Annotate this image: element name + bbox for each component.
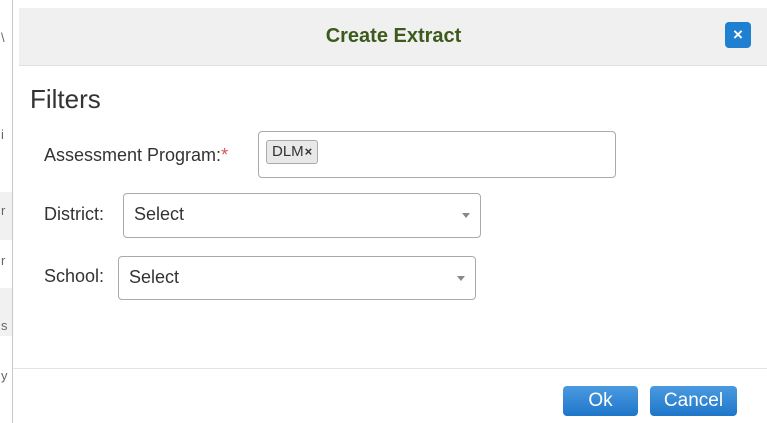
background-text-fragment: r [1,253,6,268]
tag-remove-icon[interactable]: × [305,144,313,159]
assessment-program-label-text: Assessment Program: [44,145,222,165]
chevron-down-icon [462,213,470,218]
close-button[interactable]: × [725,22,751,48]
background-text-fragment: s [1,318,8,333]
selected-tag-dlm: DLM× [266,140,319,164]
district-select[interactable]: Select [123,193,481,238]
background-text-fragment: \ [1,30,5,45]
school-label: School: [44,266,105,286]
required-marker: * [221,145,229,165]
close-icon: × [733,25,743,44]
ok-button[interactable]: Ok [563,386,638,416]
filters-heading: Filters [30,84,101,114]
dialog-titlebar: Create Extract [19,8,767,66]
assessment-program-label: Assessment Program:* [44,145,228,166]
background-page-strip: \ i r r s y [0,0,12,423]
footer-divider [13,368,767,369]
cancel-button[interactable]: Cancel [650,386,737,416]
create-extract-dialog: Create Extract × Filters Assessment Prog… [12,0,767,423]
dialog-title: Create Extract [325,25,462,47]
background-text-fragment: r [1,203,6,218]
background-text-fragment: i [1,127,4,142]
district-select-value: Select [134,204,185,224]
background-text-fragment: y [1,368,8,383]
school-select[interactable]: Select [118,256,476,300]
chevron-down-icon [457,276,465,281]
assessment-program-multiselect[interactable]: DLM× [258,131,616,178]
school-select-value: Select [129,267,180,287]
district-label: District: [44,204,104,224]
tag-label: DLM [272,143,304,160]
